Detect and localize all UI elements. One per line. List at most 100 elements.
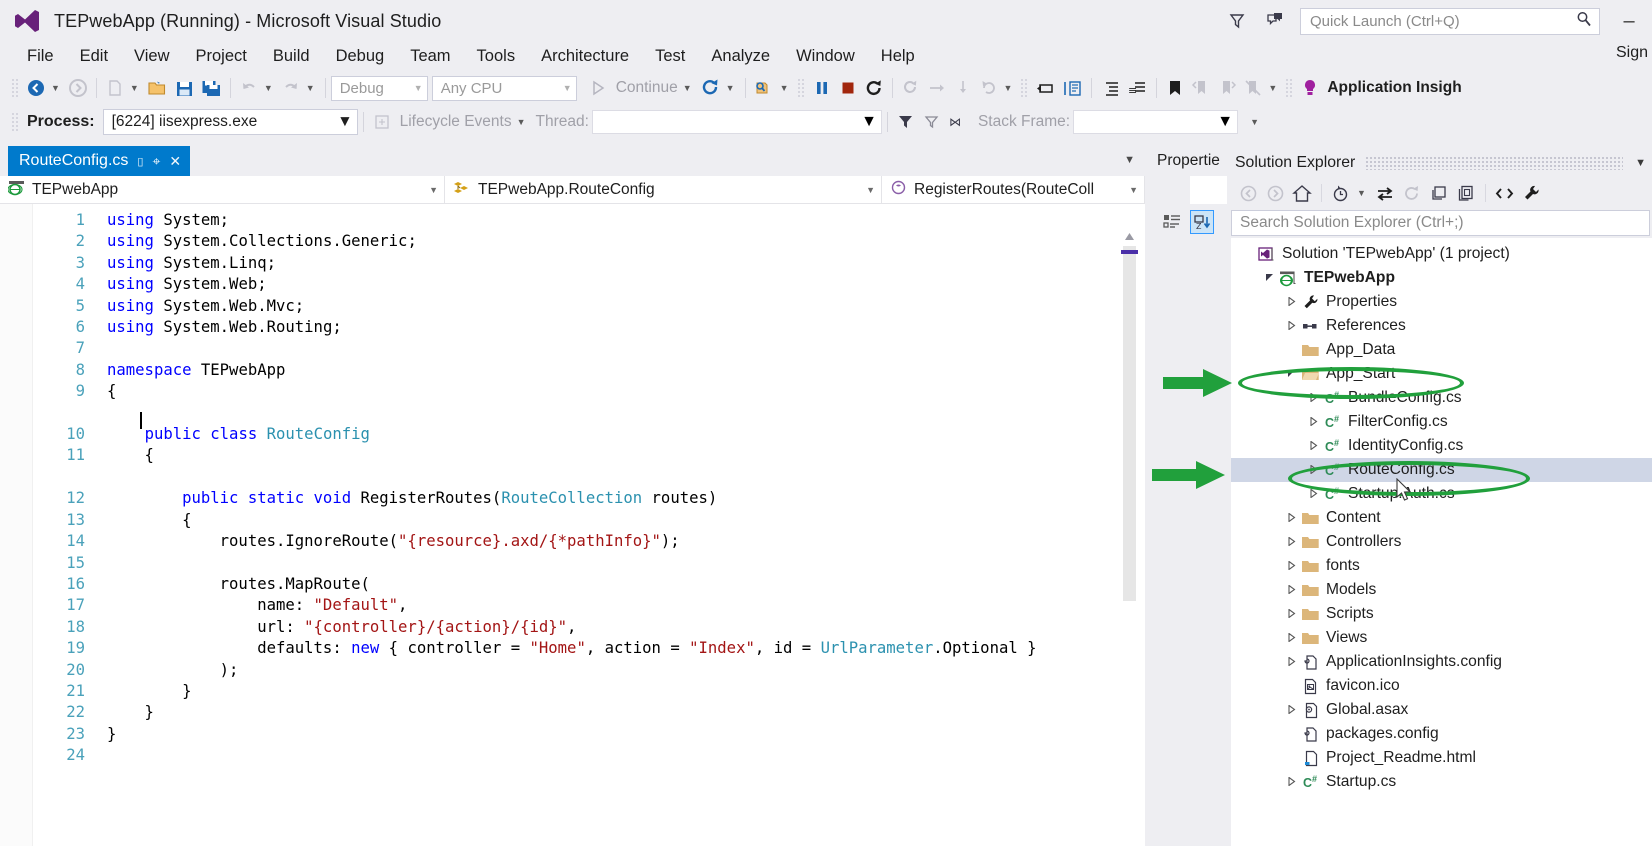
chevron-expanded-icon[interactable] [1261, 273, 1277, 284]
chevron-collapsed-icon[interactable] [1283, 631, 1299, 644]
show-all-files-icon[interactable] [1453, 180, 1479, 206]
toolbar-grip-4[interactable] [1285, 78, 1295, 98]
document-tab-routeconfig[interactable]: RouteConfig.cs ▯ ⌖ ✕ [8, 146, 191, 176]
tree-item-tepwebapp[interactable]: TEPwebApp [1231, 266, 1652, 290]
solution-configuration-combo[interactable]: Debug ▼ [330, 75, 428, 101]
step-restart-icon[interactable] [976, 75, 1002, 101]
tree-item-identityconfig-cs[interactable]: C# IdentityConfig.cs [1231, 434, 1652, 458]
menu-item-tools[interactable]: Tools [464, 45, 529, 68]
redo-dropdown-icon[interactable]: ▼ [304, 83, 320, 93]
tree-item-favicon-ico[interactable]: favicon.ico [1231, 674, 1652, 698]
continue-dropdown-icon[interactable]: ▼ [681, 83, 697, 93]
step-into-icon[interactable] [898, 75, 924, 101]
back-icon[interactable] [1235, 180, 1261, 206]
bookmark-dropdown-icon[interactable]: ▼ [1266, 83, 1282, 93]
toolbar-grip[interactable] [11, 78, 20, 98]
menu-item-project[interactable]: Project [183, 45, 260, 68]
step-over-icon[interactable] [924, 75, 950, 101]
pending-changes-icon[interactable] [1328, 180, 1354, 206]
chevron-collapsed-icon[interactable] [1283, 775, 1299, 788]
categorized-view-icon[interactable] [1160, 210, 1184, 234]
chevron-collapsed-icon[interactable] [1283, 295, 1299, 308]
chevron-expanded-icon[interactable] [1283, 369, 1299, 380]
menu-item-analyze[interactable]: Analyze [698, 45, 783, 68]
step-dropdown-icon[interactable]: ▼ [1002, 83, 1018, 93]
outdent-icon[interactable]: ≡ [1124, 75, 1151, 101]
properties-panel-title[interactable]: Propertie [1157, 152, 1220, 170]
chevron-collapsed-icon[interactable] [1283, 703, 1299, 716]
navigate-back-dropdown-icon[interactable]: ▼ [49, 83, 65, 93]
debug-toolbar-overflow-icon[interactable]: ▼ [1248, 117, 1264, 127]
scroll-up-arrow-icon[interactable] [1120, 228, 1139, 244]
tree-item-models[interactable]: Models [1231, 578, 1652, 602]
tree-item-app-start[interactable]: App_Start [1231, 362, 1652, 386]
minimize-button[interactable]: – [1612, 11, 1646, 31]
navbar-member-combo[interactable]: RegisterRoutes(RouteColl ▼ [882, 176, 1145, 203]
tree-item-global-asax[interactable]: Global.asax [1231, 698, 1652, 722]
chevron-collapsed-icon[interactable] [1283, 319, 1299, 332]
solution-explorer-tree[interactable]: Solution 'TEPwebApp' (1 project) TEPwebAp… [1231, 238, 1652, 846]
restart-icon[interactable] [697, 75, 724, 101]
chevron-collapsed-icon[interactable] [1283, 655, 1299, 668]
tree-item-startup-cs[interactable]: C# Startup.cs [1231, 770, 1652, 794]
menu-item-build[interactable]: Build [260, 45, 323, 68]
tree-item-controllers[interactable]: Controllers [1231, 530, 1652, 554]
tree-item-project-readme-html[interactable]: Project_Readme.html [1231, 746, 1652, 770]
menu-item-view[interactable]: View [121, 45, 182, 68]
chevron-collapsed-icon[interactable] [1305, 487, 1321, 500]
tree-item-applicationinsights-config[interactable]: ApplicationInsights.config [1231, 650, 1652, 674]
code-editor[interactable]: 1 using System; 2 using System.Collections.… [0, 204, 1145, 846]
quick-launch-input[interactable]: Quick Launch (Ctrl+Q) [1300, 7, 1600, 35]
show-next-statement-icon[interactable] [751, 75, 778, 101]
chevron-collapsed-icon[interactable] [1305, 439, 1321, 452]
menu-item-file[interactable]: File [14, 45, 67, 68]
funnel-icon[interactable] [1224, 8, 1250, 34]
forward-icon[interactable] [1262, 180, 1288, 206]
panel-menu-chevron-icon[interactable]: ▼ [1633, 157, 1646, 169]
tab-overflow-chevron-icon[interactable]: ▼ [1124, 154, 1135, 166]
play-icon[interactable] [585, 75, 611, 101]
close-icon[interactable]: ✕ [169, 154, 181, 168]
collapse-all-icon[interactable] [1426, 180, 1452, 206]
clear-bookmarks-icon[interactable] [1240, 75, 1266, 101]
tree-item-routeconfig-cs[interactable]: C# RouteConfig.cs [1231, 458, 1652, 482]
panel-drag-dots[interactable] [1365, 156, 1624, 170]
search-solution-explorer-input[interactable]: Search Solution Explorer (Ctrl+;) [1231, 210, 1650, 236]
chevron-collapsed-icon[interactable] [1283, 511, 1299, 524]
tree-item-packages-config[interactable]: packages.config [1231, 722, 1652, 746]
feedback-icon[interactable] [1262, 8, 1288, 34]
tree-item-scripts[interactable]: Scripts [1231, 602, 1652, 626]
refresh-icon[interactable] [1399, 180, 1425, 206]
restart-debug-icon[interactable] [861, 75, 887, 101]
lifecycle-events-label[interactable]: Lifecycle Events [395, 113, 515, 131]
tree-item-solution-tepwebapp-1-project[interactable]: Solution 'TEPwebApp' (1 project) [1231, 242, 1652, 266]
solution-platform-combo[interactable]: Any CPU ▼ [431, 75, 577, 101]
code-text-area[interactable]: 1 using System; 2 using System.Collections.… [33, 210, 1145, 846]
save-icon[interactable] [171, 75, 198, 101]
view-code-icon[interactable] [1492, 180, 1518, 206]
uncomment-icon[interactable] [1059, 75, 1086, 101]
continue-button-label[interactable]: Continue [611, 79, 681, 97]
sign-in-link[interactable]: Sign [1616, 44, 1648, 62]
undo-icon[interactable] [236, 75, 262, 101]
menu-item-test[interactable]: Test [642, 45, 698, 68]
chevron-collapsed-icon[interactable] [1283, 583, 1299, 596]
home-icon[interactable] [1289, 180, 1315, 206]
tree-item-views[interactable]: Views [1231, 626, 1652, 650]
filter-icon[interactable] [893, 109, 919, 135]
application-insights-label[interactable]: Application Insigh [1323, 79, 1465, 97]
menu-item-team[interactable]: Team [397, 45, 463, 68]
debug-toolbar-grip[interactable] [11, 111, 20, 132]
tree-item-bundleconfig-cs[interactable]: C# BundleConfig.cs [1231, 386, 1652, 410]
menu-item-help[interactable]: Help [868, 45, 928, 68]
tree-item-references[interactable]: References [1231, 314, 1652, 338]
tree-item-fonts[interactable]: fonts [1231, 554, 1652, 578]
lifecycle-icon[interactable] [369, 109, 395, 135]
chevron-collapsed-icon[interactable] [1283, 607, 1299, 620]
navbar-type-combo[interactable]: TEPwebApp.RouteConfig ▼ [445, 176, 882, 203]
navigate-forward-icon[interactable] [65, 75, 91, 101]
chevron-collapsed-icon[interactable] [1305, 391, 1321, 404]
show-next-statement-dropdown-icon[interactable]: ▼ [778, 83, 794, 93]
save-all-icon[interactable] [198, 75, 225, 101]
filter-clear-icon[interactable] [919, 109, 945, 135]
